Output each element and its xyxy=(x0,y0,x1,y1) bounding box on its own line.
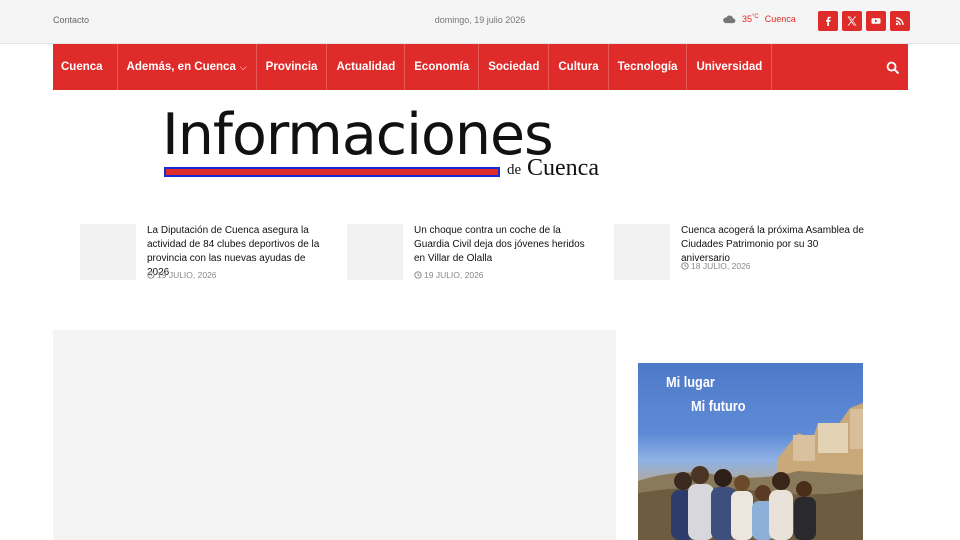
logo-city: Cuenca xyxy=(527,155,599,181)
site-logo[interactable]: Informaciones de Cuenca xyxy=(160,100,620,190)
nav-item-actualidad[interactable]: Actualidad xyxy=(327,44,406,90)
x-icon xyxy=(847,16,857,26)
logo-de: de xyxy=(507,162,522,178)
article-thumbnail[interactable] xyxy=(614,224,670,280)
article-date: 19 JULIO, 2026 xyxy=(147,270,217,280)
youtube-icon xyxy=(871,18,881,24)
youtube-button[interactable] xyxy=(866,11,886,31)
social-links xyxy=(818,11,910,31)
facebook-icon xyxy=(826,16,831,26)
weather-city: Cuenca xyxy=(764,14,796,24)
nav-item-tecnologia[interactable]: Tecnología xyxy=(609,44,688,90)
logo-wordmark: Informaciones xyxy=(162,102,554,168)
logo-underline-bar xyxy=(164,167,500,177)
ad-headline-line-1: Mi lugar xyxy=(666,374,715,391)
weather-temperature: 35°C xyxy=(742,14,759,24)
main-navigation: Cuenca Además, en Cuenca ⌵ Provincia Actu… xyxy=(53,44,908,90)
x-button[interactable] xyxy=(842,11,862,31)
rss-button[interactable] xyxy=(890,11,910,31)
ad-headline-line-2: Mi futuro xyxy=(691,398,746,415)
current-date: domingo, 19 julio 2026 xyxy=(434,15,526,25)
rss-icon xyxy=(895,17,904,26)
nav-item-universidad[interactable]: Universidad xyxy=(687,44,773,90)
top-bar: Contacto domingo, 19 julio 2026 35°C Cue… xyxy=(0,0,960,44)
nav-item-provincia[interactable]: Provincia xyxy=(257,44,328,90)
facebook-button[interactable] xyxy=(818,11,838,31)
nav-item-sociedad[interactable]: Sociedad xyxy=(479,44,550,90)
article-title[interactable]: Cuenca acogerá la próxima Asamblea de Ci… xyxy=(681,224,864,266)
article-date: 19 JULIO, 2026 xyxy=(414,270,484,280)
clock-icon xyxy=(147,271,155,279)
search-icon xyxy=(886,61,899,74)
sidebar-advertisement[interactable]: Mi lugar Mi futuro xyxy=(638,363,863,540)
nav-item-economia[interactable]: Economía xyxy=(405,44,480,90)
weather-widget[interactable]: 35°C Cuenca xyxy=(722,14,796,24)
nav-item-ademas-en-cuenca[interactable]: Además, en Cuenca ⌵ xyxy=(118,44,257,90)
article-title[interactable]: Un choque contra un coche de la Guardia … xyxy=(414,224,597,266)
article-thumbnail[interactable] xyxy=(80,224,136,280)
article-thumbnail[interactable] xyxy=(347,224,403,280)
article-date: 18 JULIO, 2026 xyxy=(681,261,751,271)
chevron-down-icon: ⌵ xyxy=(239,61,247,72)
cloud-icon xyxy=(723,15,736,24)
nav-item-cuenca[interactable]: Cuenca xyxy=(53,44,118,90)
clock-icon xyxy=(681,262,689,270)
search-button[interactable] xyxy=(876,44,908,90)
featured-image-placeholder[interactable] xyxy=(53,330,616,540)
clock-icon xyxy=(414,271,422,279)
nav-item-cultura[interactable]: Cultura xyxy=(549,44,609,90)
